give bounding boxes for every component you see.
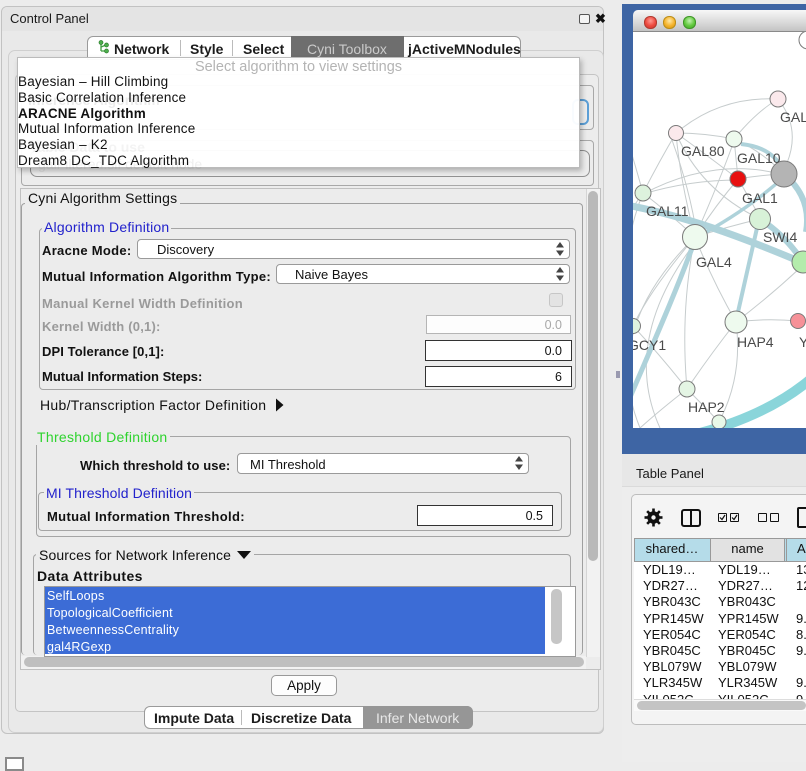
svg-text:GAL4: GAL4 [696, 254, 732, 270]
svg-text:HAP4: HAP4 [737, 334, 774, 350]
svg-text:Y: Y [799, 334, 806, 350]
svg-text:GCY1: GCY1 [633, 337, 666, 353]
svg-text:SWI4: SWI4 [763, 229, 797, 245]
svg-text:GAL10: GAL10 [737, 150, 781, 166]
svg-text:GAL80: GAL80 [681, 143, 725, 159]
svg-text:GAL1: GAL1 [742, 190, 778, 206]
svg-text:GAL11: GAL11 [646, 203, 689, 219]
svg-text:GAL: GAL [780, 109, 806, 125]
svg-text:HAP2: HAP2 [688, 399, 725, 415]
